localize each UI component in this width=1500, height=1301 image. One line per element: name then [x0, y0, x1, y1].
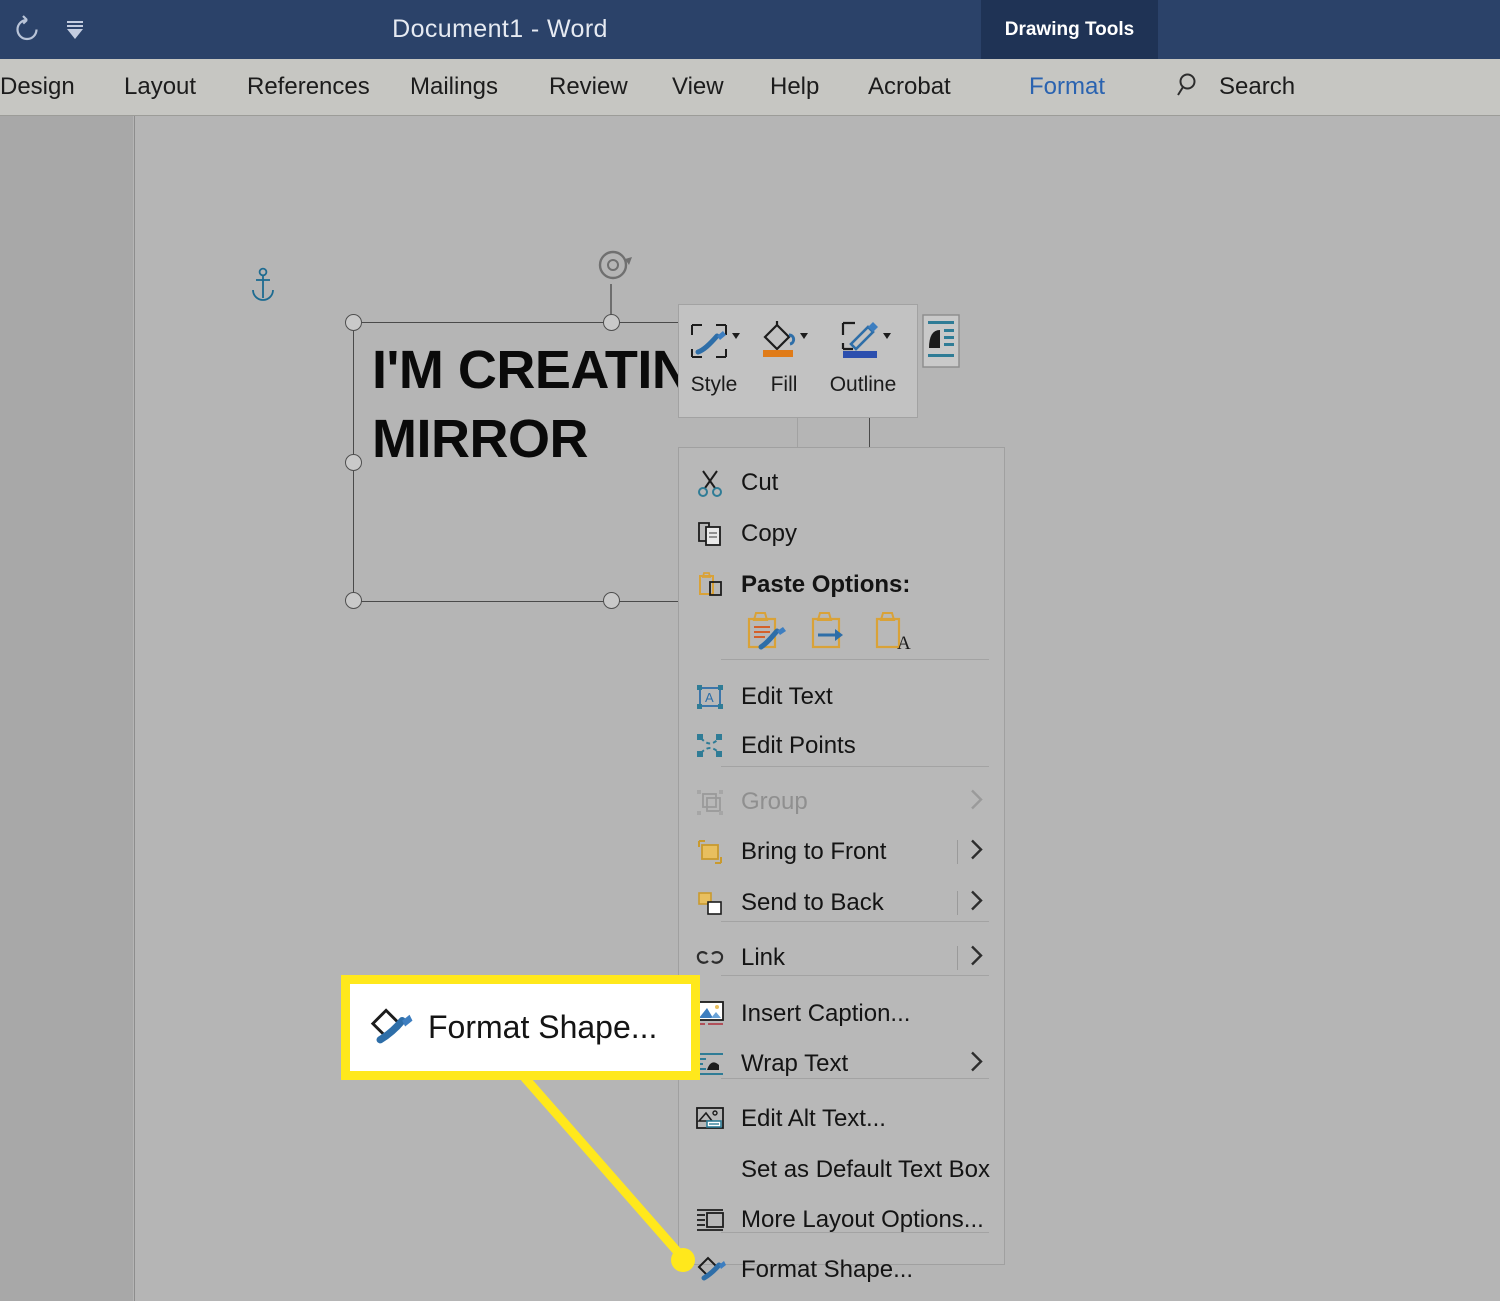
paste-keep-source-formatting-icon[interactable] [741, 609, 787, 660]
mini-toolbar-style-button[interactable]: Style [679, 305, 749, 417]
resize-handle-top-left[interactable] [345, 314, 362, 331]
menu-item-edit-points-label: Edit Points [741, 732, 856, 759]
edit-points-icon [679, 721, 741, 771]
tab-references[interactable]: References [247, 59, 370, 115]
menu-item-edit-text[interactable]: A Edit Text [679, 672, 1004, 722]
menu-separator [721, 921, 989, 922]
menu-item-bring-to-front-label: Bring to Front [741, 838, 887, 865]
menu-separator [721, 659, 989, 660]
tab-acrobat[interactable]: Acrobat [868, 59, 951, 115]
tab-layout[interactable]: Layout [124, 59, 196, 115]
format-shape-icon [350, 998, 428, 1058]
mini-toolbar-fill-label: Fill [770, 373, 798, 396]
copy-pages-icon [679, 509, 741, 559]
tab-help[interactable]: Help [770, 59, 819, 115]
submenu-divider [957, 891, 958, 915]
menu-item-set-as-default-text-box[interactable]: Set as Default Text Box [679, 1145, 1004, 1195]
tab-design[interactable]: Design [0, 59, 75, 115]
group-shapes-icon [679, 777, 741, 827]
anchor-icon [248, 266, 278, 304]
resize-handle-bottom-center[interactable] [603, 592, 620, 609]
menu-item-format-shape[interactable]: Format Shape... [679, 1245, 1004, 1295]
menu-separator [721, 1232, 989, 1233]
menu-item-copy[interactable]: Copy [679, 509, 1004, 559]
scissors-icon [679, 458, 741, 508]
shape-outline-pen-icon [835, 319, 891, 365]
menu-item-edit-points[interactable]: Edit Points [679, 721, 1004, 771]
resize-handle-bottom-left[interactable] [345, 592, 362, 609]
tab-format[interactable]: Format [1029, 59, 1105, 115]
bring-to-front-icon [679, 827, 741, 877]
edit-text-icon: A [679, 672, 741, 722]
search-icon [1175, 70, 1205, 105]
menu-item-insert-caption-label: Insert Caption... [741, 1000, 911, 1027]
menu-separator [721, 766, 989, 767]
menu-item-set-as-default-text-box-label: Set as Default Text Box [741, 1156, 991, 1183]
svg-text:A: A [705, 690, 714, 705]
mini-toolbar-style-label: Style [690, 373, 738, 396]
menu-item-link-label: Link [741, 944, 786, 971]
menu-item-more-layout-options-label: More Layout Options... [741, 1206, 984, 1233]
menu-item-group: Group [679, 777, 1004, 827]
menu-item-insert-caption[interactable]: Insert Caption... [679, 989, 1004, 1039]
left-margin-strip [0, 116, 133, 1301]
menu-item-wrap-text-label: Wrap Text [741, 1050, 849, 1077]
menu-item-edit-alt-text[interactable]: Edit Alt Text... [679, 1094, 1004, 1144]
menu-item-edit-text-label: Edit Text [741, 683, 833, 710]
resize-handle-top-center[interactable] [603, 314, 620, 331]
menu-item-more-layout-options[interactable]: More Layout Options... [679, 1195, 1004, 1245]
menu-separator [721, 1078, 989, 1079]
document-title: Document1 - Word [392, 15, 608, 43]
paste-keep-text-only-icon[interactable]: A [869, 609, 915, 660]
menu-item-cut-label: Cut [741, 469, 779, 496]
clipboard-icon [679, 560, 741, 610]
chevron-right-icon [966, 1049, 988, 1080]
mini-toolbar-outline-button[interactable]: Outline [819, 305, 907, 417]
context-menu[interactable]: Cut Copy Paste Options: A A Edit Text Ed… [678, 447, 1005, 1283]
menu-item-format-shape-label: Format Shape... [741, 1256, 914, 1283]
submenu-divider [957, 946, 958, 970]
paste-options-icon-row[interactable]: A [741, 610, 915, 658]
paste-merge-formatting-icon[interactable] [805, 609, 851, 660]
menu-item-wrap-text[interactable]: Wrap Text [679, 1039, 1004, 1089]
menu-separator [721, 975, 989, 976]
menu-item-send-to-back-label: Send to Back [741, 889, 884, 916]
search-box[interactable]: Search [1175, 59, 1295, 115]
svg-text:A: A [897, 633, 911, 654]
menu-item-bring-to-front[interactable]: Bring to Front [679, 827, 1004, 877]
search-label: Search [1219, 73, 1296, 100]
mini-toolbar-fill-button[interactable]: Fill [749, 305, 819, 417]
menu-item-paste-options-label: Paste Options: [741, 571, 911, 598]
menu-item-edit-alt-text-label: Edit Alt Text... [741, 1105, 886, 1132]
chevron-right-icon [966, 837, 988, 868]
menu-item-paste-options[interactable]: Paste Options: [679, 560, 1004, 610]
callout-pointer-line [520, 1073, 695, 1272]
menu-item-copy-label: Copy [741, 520, 798, 547]
menu-item-group-label: Group [741, 788, 808, 815]
contextual-tab-drawing-tools[interactable]: Drawing Tools [981, 0, 1158, 59]
tab-view[interactable]: View [672, 59, 724, 115]
tab-mailings[interactable]: Mailings [410, 59, 498, 115]
shape-fill-bucket-icon [756, 319, 812, 365]
wrap-text-ribbon-icon[interactable] [920, 312, 962, 370]
tab-review[interactable]: Review [549, 59, 628, 115]
outline-color-bar [843, 351, 877, 358]
chevron-right-icon [966, 787, 988, 818]
submenu-divider [957, 840, 958, 864]
callout-format-shape[interactable]: Format Shape... [341, 975, 700, 1080]
menu-item-cut[interactable]: Cut [679, 458, 1004, 508]
chevron-right-icon [966, 943, 988, 974]
chevron-right-icon [966, 888, 988, 919]
mini-toolbar-outline-label: Outline [829, 373, 897, 396]
mini-toolbar[interactable]: Style Fill Outline [678, 304, 918, 418]
resize-handle-middle-left[interactable] [345, 454, 362, 471]
callout-label: Format Shape... [428, 1009, 658, 1045]
rotate-handle-icon[interactable] [592, 246, 636, 286]
ribbon-tab-strip: Design Layout References Mailings Review… [0, 59, 1500, 116]
fill-color-bar [763, 350, 793, 357]
title-bar: Document1 - Word Drawing Tools [0, 0, 1500, 59]
shape-style-icon [686, 319, 742, 365]
